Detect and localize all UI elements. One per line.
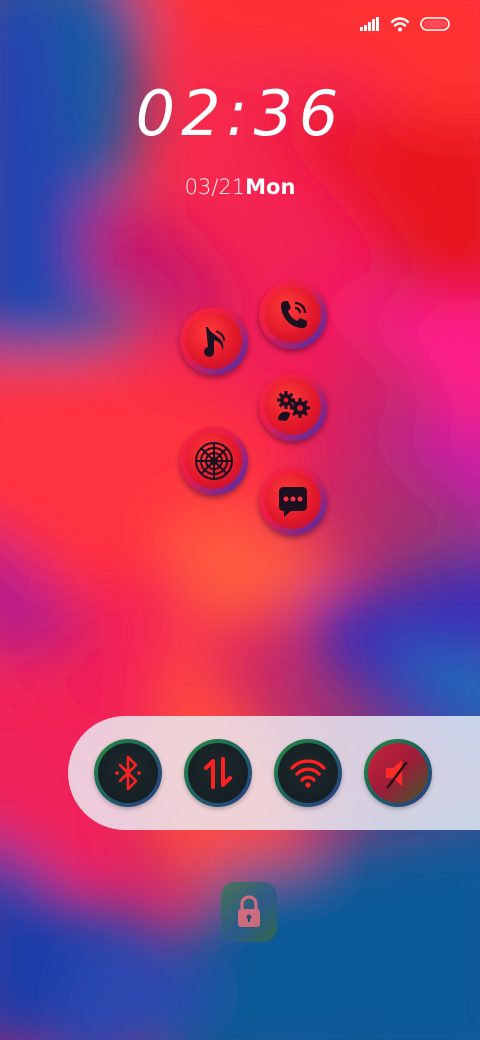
sound-toggle[interactable] — [364, 739, 432, 807]
status-bar — [360, 16, 450, 32]
data-arrows-icon — [204, 757, 232, 789]
wifi-icon — [390, 17, 410, 32]
music-app-icon[interactable] — [180, 307, 248, 375]
bluetooth-icon — [115, 755, 141, 791]
radar-icon-face — [186, 433, 242, 489]
bluetooth-toggle[interactable] — [94, 739, 162, 807]
gears-icon — [277, 391, 310, 421]
padlock-icon — [238, 895, 260, 927]
music-icon-face — [186, 313, 242, 369]
phone-icon-face — [265, 287, 321, 343]
radar-icon — [195, 442, 233, 480]
phone-icon — [281, 301, 307, 328]
radar-app-icon[interactable] — [180, 427, 248, 495]
messages-icon-face — [265, 473, 321, 529]
sound-toggle-face — [368, 743, 428, 803]
wifi-toggle-face — [278, 743, 338, 803]
settings-app-icon[interactable] — [259, 373, 327, 441]
speaker-muted-icon — [386, 760, 408, 789]
chat-bubble-icon — [279, 487, 307, 517]
music-note-icon — [204, 327, 225, 357]
mobile-data-toggle-face — [188, 743, 248, 803]
settings-icon-face — [265, 379, 321, 435]
phone-app-icon[interactable] — [259, 281, 327, 349]
clock-date: 03/21Mon — [0, 174, 480, 200]
messages-app-icon[interactable] — [259, 467, 327, 535]
lock-screen: 02:36 03/21Mon — [0, 0, 480, 1040]
clock-time: 02:36 — [135, 77, 345, 150]
cellular-signal-icon — [360, 17, 379, 31]
bluetooth-toggle-face — [98, 743, 158, 803]
quick-toggles-panel — [68, 716, 480, 830]
date-text: 03/21 — [184, 175, 246, 199]
mobile-data-toggle[interactable] — [184, 739, 252, 807]
wifi-toggle[interactable] — [274, 739, 342, 807]
unlock-button[interactable] — [221, 882, 277, 942]
battery-icon — [420, 17, 450, 31]
wifi-icon — [290, 759, 326, 788]
weekday-text: Mon — [245, 175, 296, 199]
